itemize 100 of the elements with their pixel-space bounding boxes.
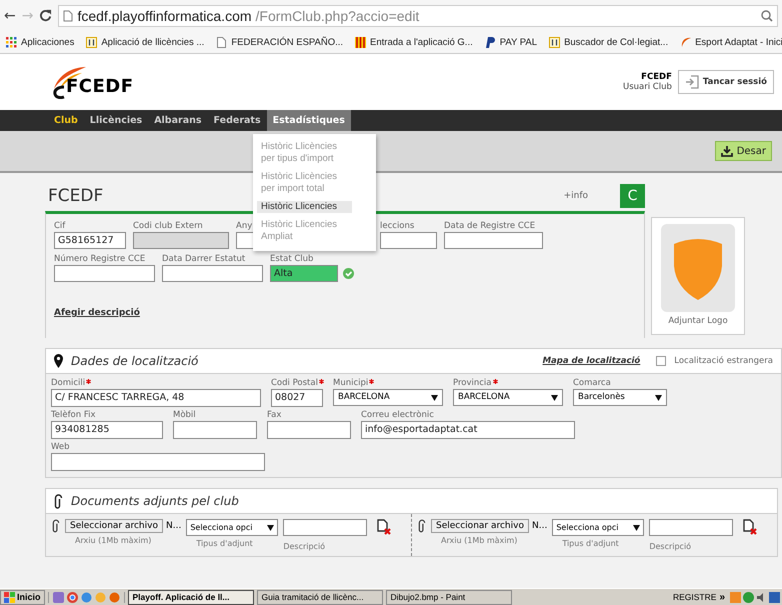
paperclip-icon: [52, 519, 60, 533]
search-icon[interactable]: [761, 10, 773, 22]
logo-upload-panel[interactable]: Adjuntar Logo: [651, 217, 745, 335]
paperclip-icon: [54, 494, 63, 508]
input-field[interactable]: G58165127: [54, 232, 126, 249]
tray-icon[interactable]: [769, 592, 780, 602]
taskbar-button[interactable]: Guia tramitació de llicènc...: [256, 590, 383, 604]
map-link[interactable]: Mapa de localització: [542, 356, 640, 366]
dropdown-arrow-icon: [655, 394, 662, 400]
input-field[interactable]: Alta: [270, 265, 338, 282]
select-field[interactable]: Barcelonès: [573, 389, 667, 406]
select-field[interactable]: BARCELONA: [453, 389, 563, 406]
input-field[interactable]: 934081285: [51, 421, 163, 439]
file-name: N...: [532, 521, 548, 531]
field-label: Fax: [267, 409, 282, 421]
upload-label: Adjuntar Logo: [668, 316, 728, 326]
bookmark-link[interactable]: FEDERACIÓN ESPAÑO...: [231, 36, 344, 48]
bookmark-link[interactable]: Aplicació de llicències ...: [101, 36, 204, 48]
delete-file-icon[interactable]: [742, 519, 758, 537]
type-select[interactable]: Selecciona opci: [186, 519, 278, 536]
logout-button[interactable]: Tancar sessió: [678, 70, 774, 94]
type-select[interactable]: Selecciona opci: [552, 519, 644, 536]
address-bar[interactable]: fcedf.playoffinformatica.com /FormClub.php?accio=edit: [58, 4, 778, 26]
dropdown-arrow-icon: [267, 524, 274, 530]
checkbox[interactable]: [656, 356, 666, 366]
input-field[interactable]: [51, 453, 265, 471]
browser-icon[interactable]: [108, 592, 120, 602]
club-title: FCEDF: [48, 186, 104, 206]
club-badge: C: [620, 184, 645, 208]
field-label: Codi club Extern: [133, 220, 203, 232]
bookmark-link[interactable]: Entrada a l'aplicació G...: [370, 36, 473, 48]
add-description-link[interactable]: Afegir descripció: [54, 308, 140, 318]
tile-icon[interactable]: [86, 36, 98, 48]
field-label: Data Darrer Estatut: [162, 253, 246, 265]
field-label: Any: [236, 220, 252, 232]
start-button[interactable]: Inicio: [0, 590, 45, 604]
input-field[interactable]: [267, 421, 351, 439]
page-icon: [63, 10, 74, 22]
swoosh-icon[interactable]: [680, 36, 692, 48]
input-field[interactable]: [444, 232, 543, 249]
more-button[interactable]: »: [719, 592, 725, 602]
reload-icon[interactable]: [39, 9, 52, 22]
info-link[interactable]: +info: [564, 191, 588, 201]
field-label: Municipi: [333, 377, 368, 389]
bookmark-link[interactable]: PAY PAL: [500, 36, 538, 48]
page-icon[interactable]: [216, 36, 228, 48]
nav-tab[interactable]: Llicències: [84, 110, 148, 131]
save-button[interactable]: Desar: [714, 141, 772, 161]
p-icon[interactable]: [484, 36, 496, 48]
flag-icon[interactable]: [355, 36, 366, 48]
back-button[interactable]: ←: [4, 8, 16, 24]
field-label: Comarca: [573, 377, 611, 389]
field-label: Codi Postal: [271, 377, 318, 389]
description-field[interactable]: [649, 519, 734, 536]
bookmark-link[interactable]: Buscador de Col·legiat...: [564, 36, 668, 48]
field-label: Tipus d'adjunt: [562, 539, 619, 548]
field-label: Correu electrònic: [361, 409, 434, 421]
input-field[interactable]: [162, 265, 263, 282]
input-field[interactable]: [173, 421, 257, 439]
file-hint: Arxiu (1Mb màxim): [75, 536, 152, 545]
field-label: Descripció: [283, 542, 326, 551]
logo-text: FCEDF: [66, 76, 134, 97]
browser-icon[interactable]: [66, 592, 78, 602]
nav-tab[interactable]: Estadístiques: [266, 110, 351, 131]
bookmark-link[interactable]: Aplicaciones: [21, 36, 74, 48]
input-field[interactable]: [54, 265, 155, 282]
tile-icon[interactable]: [549, 36, 560, 48]
windows-icon: [4, 592, 15, 602]
download-icon: [720, 145, 733, 157]
file-select-button[interactable]: Seleccionar archivo: [65, 519, 163, 533]
grid-icon[interactable]: [6, 36, 17, 48]
input-field[interactable]: 08027: [271, 389, 323, 407]
dropdown-arrow-icon: [633, 524, 640, 530]
field-label: Estat Club: [270, 253, 314, 265]
app-icon[interactable]: [52, 592, 64, 602]
input-field[interactable]: info@esportadaptat.cat: [361, 421, 575, 439]
bookmark-link[interactable]: Esport Adaptat - Inici: [695, 36, 782, 48]
select-field[interactable]: BARCELONA: [333, 389, 443, 406]
section-title: Dades de localització: [71, 354, 200, 368]
field-label: Telèfon Fix: [51, 409, 96, 421]
field-label: Provincia: [453, 377, 492, 389]
nav-tab[interactable]: Club: [48, 110, 84, 131]
taskbar-button[interactable]: Playoff. Aplicació de ll...: [128, 590, 254, 604]
input-field[interactable]: C/ FRANCESC TARREGA, 48: [51, 389, 261, 407]
taskbar-button[interactable]: Dibujo2.bmp - Paint: [386, 590, 512, 604]
nav-tab[interactable]: Albarans: [148, 110, 208, 131]
file-hint: Arxiu (1Mb màxim): [441, 536, 518, 545]
nav-tab[interactable]: Federats: [208, 110, 267, 131]
tray-icon[interactable]: [743, 592, 754, 602]
field-label: Cif: [54, 220, 66, 232]
section-title: Documents adjunts pel club: [71, 494, 240, 508]
description-field[interactable]: [283, 519, 368, 536]
file-select-button[interactable]: Seleccionar archivo: [431, 519, 529, 533]
map-pin-icon: [54, 354, 63, 368]
delete-file-icon[interactable]: [376, 519, 392, 537]
paperclip-icon: [418, 519, 426, 533]
browser-icon[interactable]: [80, 592, 92, 602]
field-label: Mòbil: [173, 409, 196, 421]
menu-item[interactable]: Històric Llicencies: [257, 201, 352, 213]
input-field[interactable]: [380, 232, 437, 249]
